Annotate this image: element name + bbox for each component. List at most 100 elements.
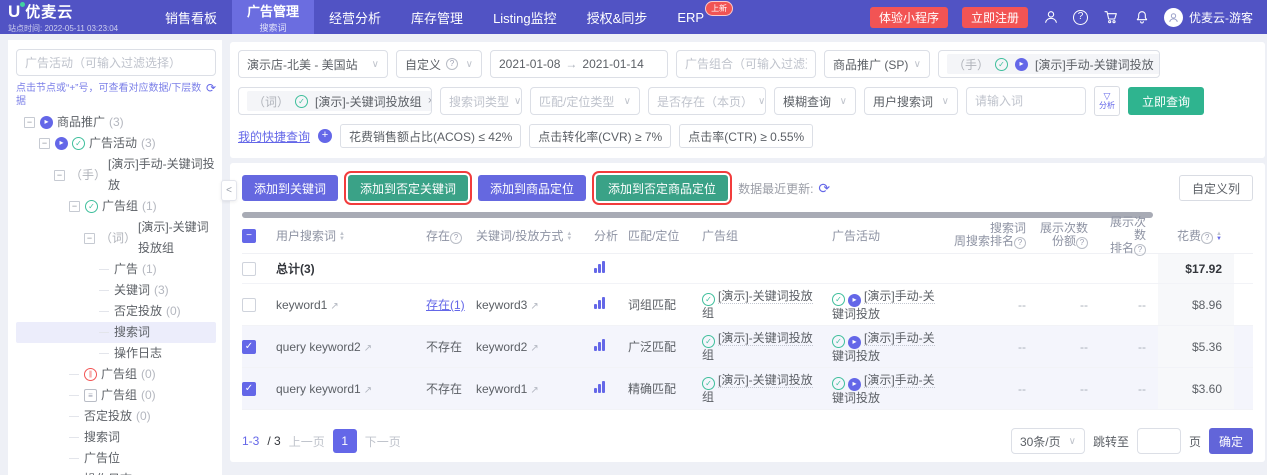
remove-tag-icon[interactable]: × xyxy=(428,95,431,107)
tree-item-广告组[interactable]: − ✓ 广告组 (1) xyxy=(16,196,216,217)
page-size-select[interactable]: 30条/页 ∨ xyxy=(1010,428,1085,454)
nav-erp[interactable]: ERP 上新 xyxy=(662,0,734,34)
keyword-link[interactable]: keyword1 xyxy=(476,381,528,396)
expand-toggle-icon[interactable]: − xyxy=(24,117,35,128)
nav-sales-dashboard[interactable]: 销售看板 xyxy=(150,0,232,34)
expand-toggle-icon[interactable]: − xyxy=(54,169,65,181)
tree-item-搜索词[interactable]: 搜索词 xyxy=(16,427,216,448)
tree-item-否定投放[interactable]: 否定投放 (0) xyxy=(16,301,216,322)
nav-auth-sync[interactable]: 授权&同步 xyxy=(572,0,663,34)
exists-link[interactable]: 存在(1) xyxy=(426,298,465,312)
external-link-icon[interactable]: ↗ xyxy=(364,343,372,354)
portfolio-input[interactable] xyxy=(676,50,816,78)
campaign-link[interactable]: [演示]手动-关键词投放 xyxy=(832,330,935,363)
external-link-icon[interactable]: ↗ xyxy=(364,385,372,396)
user-menu[interactable]: 优麦云-游客 xyxy=(1164,7,1253,27)
keyword-link[interactable]: keyword3 xyxy=(476,297,528,312)
prev-page-button[interactable]: 上一页 xyxy=(289,433,325,450)
table-row[interactable]: ✓ query keyword2 ↗ 不存在 keyword2 ↗ 广泛匹配 ✓ [演示]-关键… xyxy=(242,326,1253,368)
row-checkbox[interactable]: ✓ xyxy=(242,339,256,354)
tree-item-商品推广[interactable]: − ▸ 商品推广 (3) xyxy=(16,112,216,133)
help-icon[interactable]: ? xyxy=(1073,9,1088,25)
current-page-button[interactable]: 1 xyxy=(332,429,357,453)
tree-item-[演示]-关键词投放组[interactable]: − （词） [演示]-关键词投放组 xyxy=(16,217,216,259)
nav-listing-monitor[interactable]: Listing监控 xyxy=(478,0,572,34)
notification-bell-icon[interactable] xyxy=(1133,9,1150,26)
date-preset-select[interactable]: 自定义? ∨ xyxy=(396,50,482,78)
tree-refresh-icon[interactable]: ⟳ xyxy=(206,82,216,94)
tree-item-广告位[interactable]: 广告位 xyxy=(16,448,216,469)
ad-type-select[interactable]: 商品推广 (SP) ∨ xyxy=(824,50,930,78)
nav-inventory[interactable]: 库存管理 xyxy=(396,0,478,34)
nav-business-analysis[interactable]: 经营分析 xyxy=(314,0,396,34)
add-to-keywords-button[interactable]: 添加到关键词 xyxy=(242,175,339,201)
next-page-button[interactable]: 下一页 xyxy=(365,433,401,450)
match-type-select[interactable]: 匹配/定位类型 ∨ xyxy=(530,87,640,115)
cart-icon[interactable] xyxy=(1102,9,1119,26)
row-checkbox[interactable] xyxy=(242,261,256,276)
external-link-icon[interactable]: ↗ xyxy=(530,385,538,396)
sidebar-collapse-button[interactable]: < xyxy=(221,180,237,201)
campaign-link[interactable]: [演示]手动-关键词投放 xyxy=(832,372,935,405)
tree-item-操作日志[interactable]: 操作日志 xyxy=(16,469,216,475)
campaign-filter-input[interactable] xyxy=(16,49,216,76)
campaign-select[interactable]: （手） ✓ ▸ [演示]手动-关键词投放 × xyxy=(938,50,1160,78)
register-button[interactable]: 立即注册 xyxy=(961,6,1028,28)
fuzzy-select[interactable]: 模糊查询 ∨ xyxy=(774,87,856,115)
select-all-checkbox[interactable]: − xyxy=(242,228,256,243)
contact-icon[interactable] xyxy=(1042,9,1059,26)
table-row[interactable]: ✓ query keyword1 ↗ 不存在 keyword1 ↗ 精确匹配 ✓ [演示]-关键… xyxy=(242,368,1253,410)
external-link-icon[interactable]: ↗ xyxy=(530,301,538,312)
sort-icon[interactable]: ▲ ▼ xyxy=(339,231,345,242)
analyze-chart-icon[interactable] xyxy=(594,261,605,273)
table-row[interactable]: keyword1 ↗ 存在(1) keyword3 ↗ 词组匹配 ✓ [演示]-关键词投放组 ✓… xyxy=(242,284,1253,326)
add-to-product-targeting-button[interactable]: 添加到商品定位 xyxy=(478,175,587,201)
add-to-negative-keywords-button[interactable]: 添加到否定关键词 xyxy=(344,171,473,205)
store-select[interactable]: 演示店-北美 - 美国站 ∨ xyxy=(238,50,388,78)
filter-chip-ctr[interactable]: 点击率(CTR) ≥ 0.55% xyxy=(679,124,814,148)
confirm-button[interactable]: 确定 xyxy=(1208,428,1253,454)
experience-miniapp-button[interactable]: 体验小程序 xyxy=(869,6,948,28)
filter-chip-cvr[interactable]: 点击转化率(CVR) ≥ 7% xyxy=(529,124,672,148)
quick-query-link[interactable]: 我的快捷查询 xyxy=(238,128,310,145)
analyze-chart-icon[interactable] xyxy=(594,297,605,309)
analyze-chart-icon[interactable] xyxy=(594,339,605,351)
adgroup-link[interactable]: [演示]-关键词投放组 xyxy=(702,331,813,362)
analyze-button[interactable]: ▽ 分析 xyxy=(1094,86,1120,116)
field-select[interactable]: 用户搜索词 ∨ xyxy=(864,87,958,115)
tree-item-关键词[interactable]: 关键词 (3) xyxy=(16,280,216,301)
query-button[interactable]: 立即查询 xyxy=(1128,87,1205,115)
external-link-icon[interactable]: ↗ xyxy=(530,343,538,354)
sort-icon-spend[interactable]: ▲ ▼ xyxy=(1216,231,1222,242)
jump-page-input[interactable] xyxy=(1136,428,1181,454)
sort-icon[interactable]: ▲ ▼ xyxy=(566,231,572,242)
refresh-icon[interactable]: ⟳ xyxy=(818,180,830,197)
external-link-icon[interactable]: ↗ xyxy=(330,301,338,312)
nav-ad-management[interactable]: 广告管理 搜索词 xyxy=(232,0,315,34)
tree-item-广告组[interactable]: ∥ 广告组 (0) xyxy=(16,364,216,385)
customize-columns-button[interactable]: 自定义列 xyxy=(1178,175,1253,201)
tree-item-否定投放[interactable]: 否定投放 (0) xyxy=(16,406,216,427)
analyze-chart-icon[interactable] xyxy=(594,381,605,393)
row-checkbox[interactable] xyxy=(242,297,256,312)
adgroup-link[interactable]: [演示]-关键词投放组 xyxy=(702,289,813,320)
expand-toggle-icon[interactable]: − xyxy=(39,138,50,149)
tree-item-搜索词[interactable]: 搜索词 xyxy=(16,322,216,343)
tree-item-广告活动[interactable]: − ▸ ✓ 广告活动 (3) xyxy=(16,133,216,154)
tree-item-广告组[interactable]: ≡ 广告组 (0) xyxy=(16,385,216,406)
term-type-select[interactable]: 搜索词类型 ∨ xyxy=(440,87,522,115)
exists-select[interactable]: 是否存在（本页） ∨ xyxy=(648,87,766,115)
keyword-link[interactable]: keyword2 xyxy=(476,339,528,354)
tree-item-广告[interactable]: 广告 (1) xyxy=(16,259,216,280)
adgroup-link[interactable]: [演示]-关键词投放组 xyxy=(702,373,813,404)
tree-item-操作日志[interactable]: 操作日志 xyxy=(16,343,216,364)
filter-chip-acos[interactable]: 花费销售额占比(ACOS) ≤ 42% xyxy=(340,124,522,148)
campaign-link[interactable]: [演示]手动-关键词投放 xyxy=(832,288,935,321)
row-checkbox[interactable]: ✓ xyxy=(242,381,256,396)
add-to-negative-product-targeting-button[interactable]: 添加到否定商品定位 xyxy=(592,171,733,205)
tree-item-[演示]手动-关键词投放[interactable]: − （手） [演示]手动-关键词投放 xyxy=(16,154,216,196)
expand-toggle-icon[interactable]: − xyxy=(69,201,80,212)
word-input[interactable] xyxy=(966,87,1086,115)
date-range-picker[interactable]: 2021-01-08 → 2021-01-14 xyxy=(490,50,668,78)
adgroup-select[interactable]: （词） ✓ [演示]-关键词投放组 × xyxy=(238,87,432,115)
